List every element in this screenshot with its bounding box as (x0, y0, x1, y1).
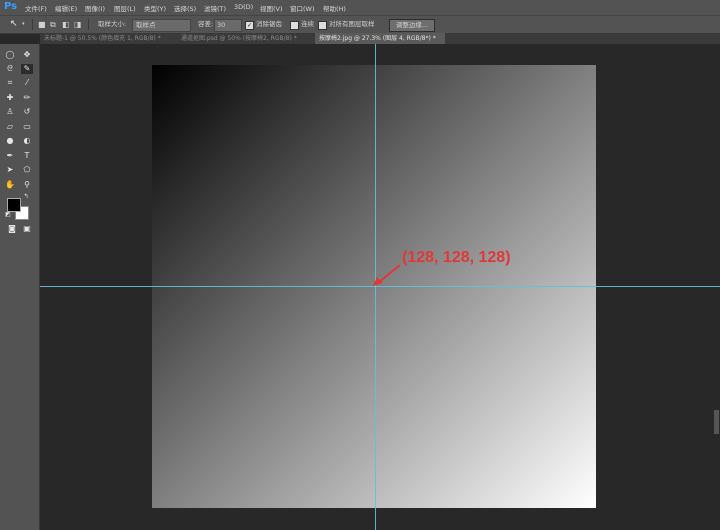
lasso-icon[interactable]: ᘓ (4, 64, 16, 74)
document-tab-bar: 未标题-1 @ 50.5% (颜色填充 1, RGB/8) * 通道抠图.psd… (40, 33, 720, 44)
menu-file[interactable]: 文件(F) (25, 3, 47, 13)
menu-3d[interactable]: 3D(D) (234, 3, 253, 11)
menu-help[interactable]: 帮助(H) (323, 3, 346, 13)
chevron-down-icon[interactable]: ▾ (22, 19, 25, 30)
quick-select-tool-preset-icon[interactable]: ↖ (10, 19, 18, 30)
menu-edit[interactable]: 编辑(E) (55, 3, 77, 13)
refine-edge-button[interactable]: 调整边缘... (389, 19, 435, 32)
contiguous-checkbox[interactable] (290, 21, 299, 30)
menu-window[interactable]: 窗口(W) (290, 3, 315, 13)
zoom-icon[interactable]: ⚲ (21, 180, 33, 190)
all-layers-checkbox[interactable] (318, 21, 327, 30)
dodge-icon[interactable]: ◐ (21, 136, 33, 146)
path-select-icon[interactable]: ➤ (4, 165, 16, 175)
healing-icon[interactable]: ✚ (4, 93, 16, 103)
menu-filter[interactable]: 滤镜(T) (204, 3, 226, 13)
gradient-icon[interactable]: ▭ (21, 122, 33, 132)
move-icon[interactable]: ✥ (21, 50, 33, 60)
tolerance-input[interactable]: 30 (214, 19, 242, 32)
eraser-icon[interactable]: ▱ (4, 122, 16, 132)
sample-size-select[interactable]: 取样点 (132, 19, 191, 32)
menu-image[interactable]: 图像(I) (85, 3, 105, 13)
panel-collapse-handle[interactable] (714, 410, 719, 434)
swap-colors-icon[interactable]: ↰ (20, 192, 32, 202)
brush-icon[interactable]: ✏ (21, 93, 33, 103)
contiguous-label: 连续 (301, 20, 314, 28)
pen-icon[interactable]: ✒ (4, 151, 16, 161)
tolerance-label: 容差: (198, 20, 214, 28)
antialias-label: 消除锯齿 (256, 20, 282, 28)
options-bar: ↖ ▾ ■ ⧉ ◧ ◨ 取样大小: 取样点 容差: 30 ✓ 消除锯齿 连续 对… (0, 15, 720, 34)
blur-icon[interactable]: ● (4, 136, 16, 146)
tab-document-1[interactable]: 未标题-1 @ 50.5% (颜色填充 1, RGB/8) * (40, 33, 175, 44)
photoshop-logo-icon: Ps (4, 1, 18, 12)
crop-icon[interactable]: ⌗ (4, 78, 16, 88)
tab-document-2[interactable]: 通道抠图.psd @ 50% (按摩椅2, RGB/8) * (177, 33, 313, 44)
menu-view[interactable]: 视图(V) (260, 3, 283, 13)
tools-panel: ◯ ✥ ᘓ ✎ ⌗ ⁄ ✚ ✏ ♙ ↺ ▱ ▭ ● ◐ ✒ T ➤ ⬠ ✋ ⚲ … (0, 44, 40, 530)
red-arrow-icon (373, 264, 401, 286)
shape-icon[interactable]: ⬠ (21, 165, 33, 175)
history-brush-icon[interactable]: ↺ (21, 107, 33, 117)
menu-type[interactable]: 类型(Y) (144, 3, 166, 13)
menu-bar: Ps 文件(F) 编辑(E) 图像(I) 图层(L) 类型(Y) 选择(S) 滤… (0, 0, 720, 15)
add-selection-icon[interactable]: ⧉ (50, 19, 56, 30)
screen-mode-icon[interactable]: ▣ (21, 224, 33, 234)
sample-size-label: 取样大小: (98, 20, 127, 28)
antialias-checkbox[interactable]: ✓ (245, 21, 254, 30)
type-icon[interactable]: T (21, 151, 33, 161)
menu-layer[interactable]: 图层(L) (114, 3, 136, 13)
new-selection-icon[interactable]: ■ (38, 19, 46, 30)
quick-mask-icon[interactable]: ◙ (6, 224, 18, 234)
quick-select-icon[interactable]: ✎ (21, 64, 33, 74)
stamp-icon[interactable]: ♙ (4, 107, 16, 117)
eyedropper-icon[interactable]: ⁄ (21, 78, 33, 88)
intersect-selection-icon[interactable]: ◨ (74, 19, 82, 30)
default-colors-icon[interactable]: ◩ (2, 210, 14, 220)
subtract-selection-icon[interactable]: ◧ (62, 19, 70, 30)
tab-document-3-active[interactable]: 按摩椅2.jpg @ 27.3% (图层 4, RGB/8*) * (315, 33, 445, 44)
all-layers-label: 对所有图层取样 (329, 20, 375, 28)
marquee-icon[interactable]: ◯ (4, 50, 16, 60)
rgb-value-annotation: (128, 128, 128) (402, 249, 511, 266)
hand-icon[interactable]: ✋ (4, 180, 16, 190)
menu-select[interactable]: 选择(S) (174, 3, 196, 13)
